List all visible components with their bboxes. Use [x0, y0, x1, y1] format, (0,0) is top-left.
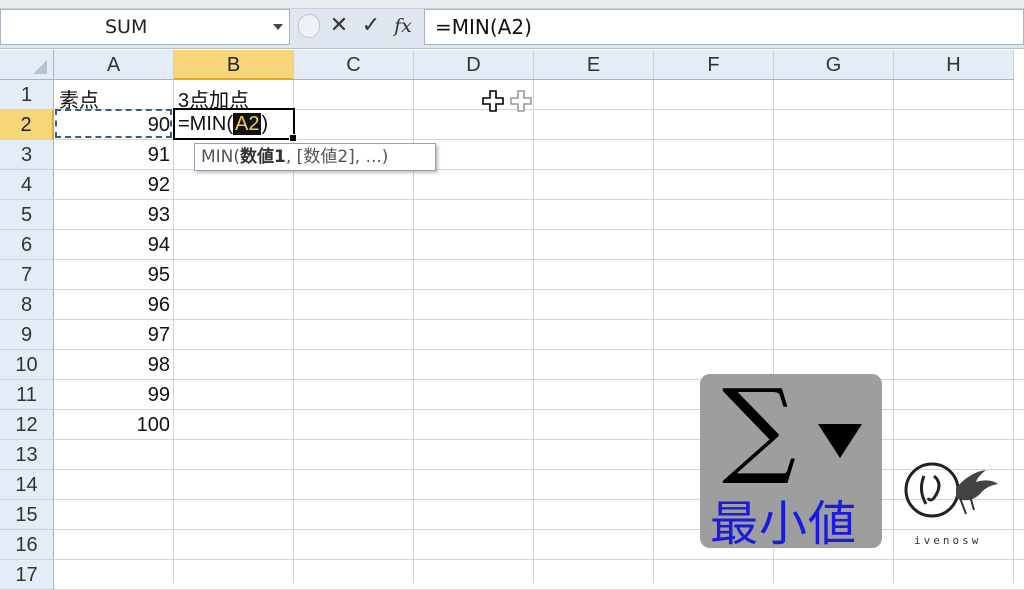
column-header-f[interactable]: F [654, 50, 774, 80]
fill-handle[interactable] [289, 134, 297, 142]
column-header-c[interactable]: C [294, 50, 414, 80]
enter-button[interactable]: ✓ [358, 10, 384, 42]
row-header-11[interactable]: 11 [0, 380, 54, 410]
column-gridline [893, 80, 894, 583]
row-header-10[interactable]: 10 [0, 350, 54, 380]
row-gridline [54, 319, 1024, 320]
row-header-5[interactable]: 5 [0, 200, 54, 230]
row-gridline [54, 199, 1024, 200]
cell-a4[interactable]: 92 [54, 174, 170, 197]
formula-bar: SUM ✕ ✓ fx =MIN(A2) [0, 0, 1024, 49]
column-header-g[interactable]: G [774, 50, 894, 80]
cross-cursor-icon [482, 90, 504, 112]
row-header-8[interactable]: 8 [0, 290, 54, 320]
name-box-dropdown-icon[interactable] [273, 24, 283, 30]
row-gridline [54, 229, 1024, 230]
function-argument-tooltip[interactable]: MIN(数値1, [数値2], ...) [194, 143, 436, 171]
formula-bar-grip-handle[interactable] [298, 14, 320, 38]
row-gridline [54, 349, 1024, 350]
row-header-17[interactable]: 17 [0, 560, 54, 590]
column-gridline [173, 80, 174, 583]
column-header-e[interactable]: E [534, 50, 654, 80]
cell-a5[interactable]: 93 [54, 204, 170, 227]
row-header-9[interactable]: 9 [0, 320, 54, 350]
cell-a3[interactable]: 91 [54, 144, 170, 167]
bird-logo-icon [904, 462, 998, 518]
column-header-h[interactable]: H [894, 50, 1014, 80]
row-header-12[interactable]: 12 [0, 410, 54, 440]
cell-a11[interactable]: 99 [54, 384, 170, 407]
formula-input[interactable]: =MIN(A2) [424, 9, 1024, 45]
insert-function-button[interactable]: fx [390, 10, 416, 42]
formula-text: =MIN(A2) [435, 15, 532, 39]
cell-a6[interactable]: 94 [54, 234, 170, 257]
name-box-value: SUM [105, 16, 148, 38]
row-header-16[interactable]: 16 [0, 530, 54, 560]
row-header-15[interactable]: 15 [0, 500, 54, 530]
row-header-14[interactable]: 14 [0, 470, 54, 500]
row-header-1[interactable]: 1 [0, 80, 54, 110]
cell-a8[interactable]: 96 [54, 294, 170, 317]
edit-prefix: =MIN( [178, 113, 233, 135]
dropdown-triangle-icon [818, 424, 862, 458]
row-gridline [54, 289, 1024, 290]
tooltip-function: MIN( [201, 147, 241, 167]
autosum-min-badge: ∑ 最小値 [700, 366, 882, 552]
logo-watermark: ivenosw [914, 534, 982, 547]
row-header-4[interactable]: 4 [0, 170, 54, 200]
cell-a12[interactable]: 100 [54, 414, 170, 437]
tooltip-arg1: 数値1 [240, 147, 286, 167]
ribbon-edge [0, 0, 1024, 9]
edit-suffix: ) [261, 113, 269, 135]
select-all-triangle-icon [33, 60, 47, 74]
select-all-corner[interactable] [0, 50, 54, 80]
cell-a10[interactable]: 98 [54, 354, 170, 377]
column-header-b[interactable]: B [174, 50, 294, 80]
row-header-2[interactable]: 2 [0, 110, 54, 140]
row-gridline [54, 559, 1024, 560]
badge-label: 最小値 [710, 496, 858, 552]
row-header-3[interactable]: 3 [0, 140, 54, 170]
channel-logo: ivenosw [898, 458, 1008, 558]
edit-reference-a2: A2 [233, 113, 262, 135]
tooltip-rest: , [数値2], ...) [285, 147, 389, 167]
column-header-a[interactable]: A [54, 50, 174, 80]
cell-a7[interactable]: 95 [54, 264, 170, 287]
column-gridline [653, 80, 654, 583]
row-header-7[interactable]: 7 [0, 260, 54, 290]
column-gridline [1013, 80, 1014, 583]
row-header-6[interactable]: 6 [0, 230, 54, 260]
cancel-entry-button[interactable]: ✕ [326, 10, 352, 42]
row-header-13[interactable]: 13 [0, 440, 54, 470]
cross-cursor-ghost-icon [510, 90, 532, 112]
cell-edit-text[interactable]: =MIN(A2) [178, 113, 268, 136]
range-marquee-a2 [55, 109, 172, 138]
column-header-d[interactable]: D [414, 50, 534, 80]
name-box[interactable]: SUM [0, 9, 290, 45]
sigma-icon: ∑ [722, 366, 797, 488]
row-gridline [54, 259, 1024, 260]
column-gridline [533, 80, 534, 583]
cell-a9[interactable]: 97 [54, 324, 170, 347]
